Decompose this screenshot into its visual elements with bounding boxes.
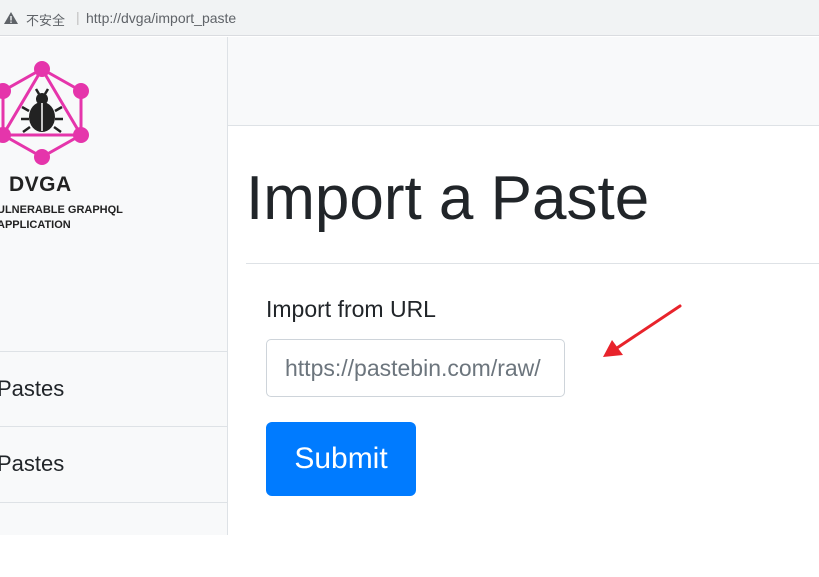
warning-icon[interactable] — [4, 12, 18, 24]
graphql-bug-logo-icon — [0, 61, 89, 165]
browser-address-bar[interactable]: 不安全 | http://dvga/import_paste — [0, 0, 819, 36]
sidebar-item-label: Pastes — [0, 376, 65, 401]
logo-name: DVGA — [9, 173, 72, 196]
security-label[interactable]: 不安全 — [26, 10, 65, 29]
title-divider — [246, 263, 819, 264]
url-field-label: Import from URL — [266, 296, 436, 322]
sidebar-item-pastes-2[interactable]: Pastes — [0, 426, 227, 501]
sidebar: DVGA ULNERABLE GRAPHQL APPLICATION Paste… — [0, 37, 228, 535]
logo-subtitle-line1: ULNERABLE GRAPHQL — [0, 204, 123, 216]
url-text[interactable]: http://dvga/import_paste — [86, 10, 236, 26]
annotation-arrow-icon — [603, 304, 682, 357]
logo-subtitle-line2: APPLICATION — [0, 219, 71, 231]
url-separator: | — [76, 9, 80, 25]
page-title: Import a Paste — [246, 164, 650, 233]
sidebar-item-label: Pastes — [0, 451, 65, 476]
top-navbar — [228, 37, 819, 126]
url-input[interactable] — [266, 339, 565, 397]
sidebar-item-next[interactable] — [0, 502, 227, 577]
sidebar-item-pastes[interactable]: Pastes — [0, 351, 227, 426]
submit-button[interactable]: Submit — [266, 422, 416, 496]
